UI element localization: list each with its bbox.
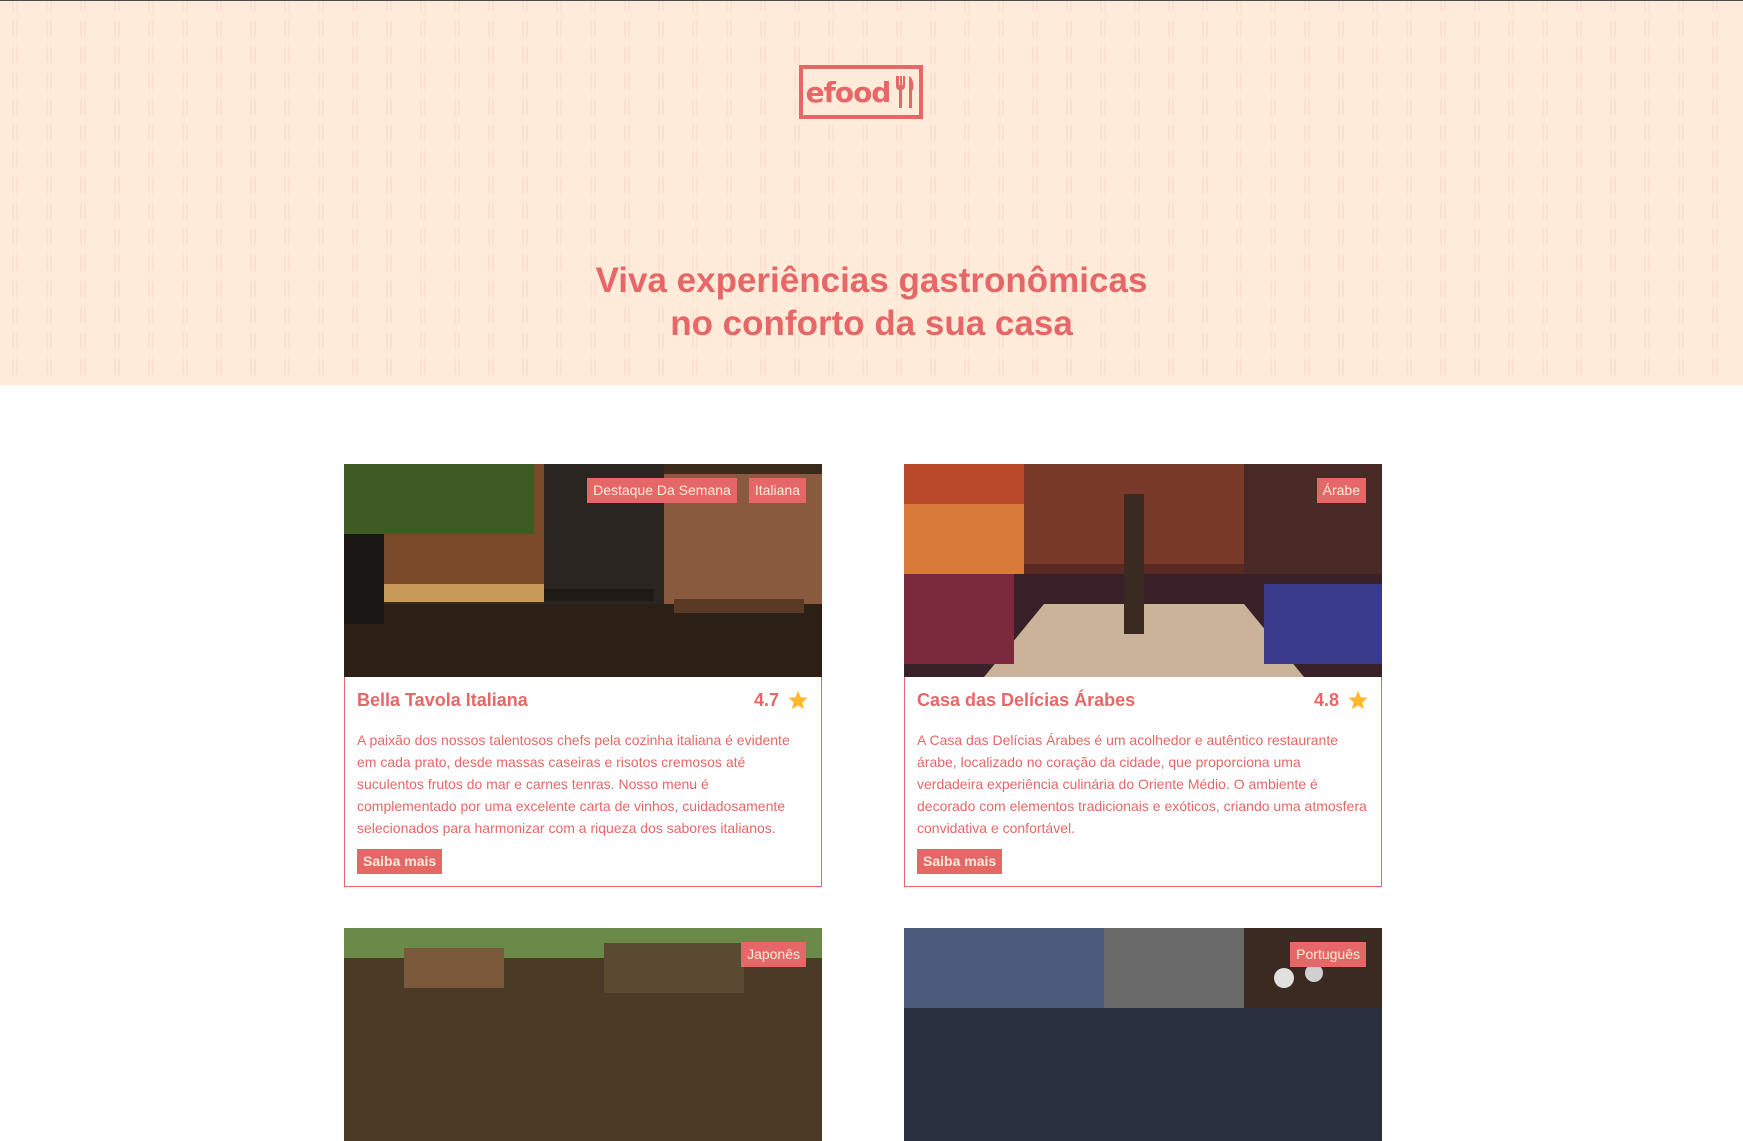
hero-header: efood Viva experiências gastronômicas no… [0,1,1743,385]
cuisine-tag: Português [1290,942,1366,967]
fork-knife-icon [896,76,914,108]
restaurant-card: Árabe Casa das Delícias Árabes 4.8 A Cas… [904,464,1382,887]
highlight-tag: Destaque Da Semana [587,478,737,503]
hero-title-line-2: no conforto da sua casa [670,304,1073,343]
tag-list: Destaque Da Semana Italiana [587,478,806,503]
restaurant-image: Árabe [904,464,1382,677]
saiba-mais-button[interactable]: Saiba mais [917,849,1003,874]
hero-title: Viva experiências gastronômicas no confo… [0,259,1743,345]
restaurant-card: Japonês [344,928,822,1141]
card-header: Casa das Delícias Árabes 4.8 [905,677,1381,711]
rating: 4.8 [1314,689,1369,711]
cuisine-tag: Italiana [748,478,806,503]
saiba-mais-button[interactable]: Saiba mais [357,849,443,874]
rating: 4.7 [754,689,809,711]
restaurant-image: Japonês [344,928,822,1141]
rating-value: 4.7 [753,689,779,710]
efood-logo[interactable]: efood [799,65,923,119]
star-icon [788,690,808,710]
cuisine-tag: Japonês [741,942,806,967]
restaurant-card: Destaque Da Semana Italiana Bella Tavola… [344,464,822,887]
logo-text: efood [805,75,892,109]
star-icon [1348,690,1368,710]
restaurant-name: Bella Tavola Italiana [357,689,528,710]
tag-list: Português [1290,942,1366,967]
restaurant-image: Destaque Da Semana Italiana [344,464,822,677]
restaurant-image: Português [904,928,1382,1141]
tag-list: Árabe [1316,478,1366,503]
tag-list: Japonês [741,942,806,967]
cuisine-tag: Árabe [1316,478,1366,503]
restaurant-description: A Casa das Delícias Árabes é um acolhedo… [917,732,1367,836]
card-header: Bella Tavola Italiana 4.7 [345,677,821,711]
restaurant-description: A paixão dos nossos talentosos chefs pel… [357,732,790,836]
restaurant-card: Português [904,928,1382,1141]
hero-title-line-1: Viva experiências gastronômicas [595,261,1148,300]
rating-value: 4.8 [1313,689,1339,710]
restaurant-name: Casa das Delícias Árabes [917,689,1136,710]
